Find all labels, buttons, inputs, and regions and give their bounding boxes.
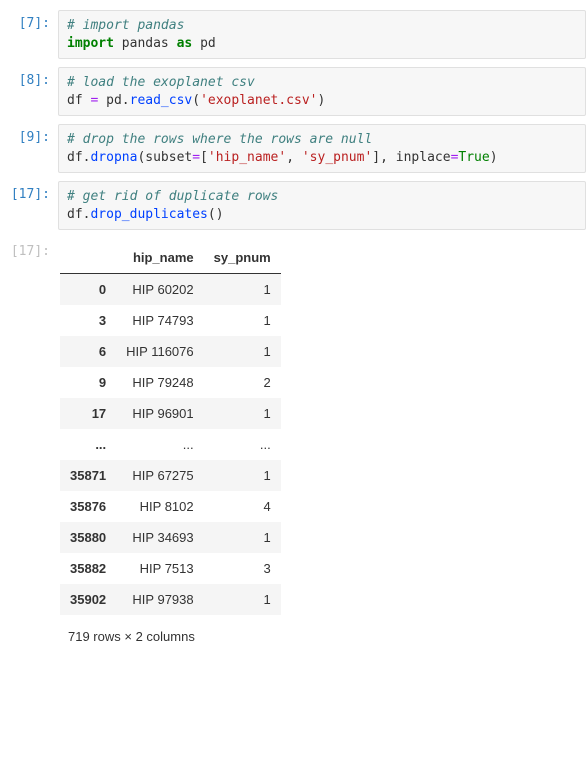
- row-index: 35880: [60, 522, 116, 553]
- cell-hip-name: HIP 79248: [116, 367, 203, 398]
- input-prompt: [8]:: [0, 67, 58, 116]
- output-area: hip_name sy_pnum 0HIP 6020213HIP 7479316…: [58, 238, 586, 644]
- code-area[interactable]: # import pandas import pandas as pd: [58, 10, 586, 59]
- table-row: 35871HIP 672751: [60, 460, 281, 491]
- cell-hip-name: HIP 97938: [116, 584, 203, 615]
- row-index: 9: [60, 367, 116, 398]
- output-prompt: [17]:: [0, 238, 58, 644]
- cell-hip-name: HIP 116076: [116, 336, 203, 367]
- dataframe-footer: 719 rows × 2 columns: [60, 615, 578, 644]
- row-index: 35876: [60, 491, 116, 522]
- cell-hip-name: HIP 74793: [116, 305, 203, 336]
- cell-hip-name: HIP 34693: [116, 522, 203, 553]
- cell-hip-name: HIP 67275: [116, 460, 203, 491]
- row-index: 35902: [60, 584, 116, 615]
- row-index: 17: [60, 398, 116, 429]
- cell-sy-pnum: 4: [204, 491, 281, 522]
- table-row: 6HIP 1160761: [60, 336, 281, 367]
- row-index: 6: [60, 336, 116, 367]
- table-row: 9HIP 792482: [60, 367, 281, 398]
- table-row: 35876HIP 81024: [60, 491, 281, 522]
- cell-sy-pnum: 1: [204, 336, 281, 367]
- table-row: 0HIP 602021: [60, 274, 281, 306]
- cell-hip-name: HIP 8102: [116, 491, 203, 522]
- cell-sy-pnum: 3: [204, 553, 281, 584]
- row-index: 35882: [60, 553, 116, 584]
- code-cell: [9]:# drop the rows where the rows are n…: [0, 124, 586, 173]
- dataframe-table: hip_name sy_pnum 0HIP 6020213HIP 7479316…: [60, 242, 281, 615]
- cell-hip-name: ...: [116, 429, 203, 460]
- cell-sy-pnum: 1: [204, 584, 281, 615]
- cell-sy-pnum: 1: [204, 274, 281, 306]
- row-index: 3: [60, 305, 116, 336]
- table-row: 35880HIP 346931: [60, 522, 281, 553]
- table-row: .........: [60, 429, 281, 460]
- table-row: 3HIP 747931: [60, 305, 281, 336]
- cell-sy-pnum: ...: [204, 429, 281, 460]
- cell-sy-pnum: 1: [204, 398, 281, 429]
- row-index: 0: [60, 274, 116, 306]
- input-prompt: [9]:: [0, 124, 58, 173]
- cell-hip-name: HIP 96901: [116, 398, 203, 429]
- row-index: ...: [60, 429, 116, 460]
- col-sy-pnum: sy_pnum: [204, 242, 281, 274]
- input-prompt: [7]:: [0, 10, 58, 59]
- cell-sy-pnum: 1: [204, 460, 281, 491]
- cell-sy-pnum: 2: [204, 367, 281, 398]
- code-area[interactable]: # load the exoplanet csv df = pd.read_cs…: [58, 67, 586, 116]
- cell-hip-name: HIP 60202: [116, 274, 203, 306]
- input-prompt: [17]:: [0, 181, 58, 230]
- row-index: 35871: [60, 460, 116, 491]
- code-cell: [17]:# get rid of duplicate rows df.drop…: [0, 181, 586, 230]
- table-header-row: hip_name sy_pnum: [60, 242, 281, 274]
- col-index: [60, 242, 116, 274]
- table-row: 35882HIP 75133: [60, 553, 281, 584]
- code-cell: [7]:# import pandas import pandas as pd: [0, 10, 586, 59]
- code-area[interactable]: # get rid of duplicate rows df.drop_dupl…: [58, 181, 586, 230]
- cell-hip-name: HIP 7513: [116, 553, 203, 584]
- table-row: 35902HIP 979381: [60, 584, 281, 615]
- table-row: 17HIP 969011: [60, 398, 281, 429]
- code-area[interactable]: # drop the rows where the rows are null …: [58, 124, 586, 173]
- cell-sy-pnum: 1: [204, 522, 281, 553]
- cell-sy-pnum: 1: [204, 305, 281, 336]
- code-cell: [8]:# load the exoplanet csv df = pd.rea…: [0, 67, 586, 116]
- col-hip-name: hip_name: [116, 242, 203, 274]
- output-cell: [17]: hip_name sy_pnum 0HIP 6020213HIP 7…: [0, 238, 586, 644]
